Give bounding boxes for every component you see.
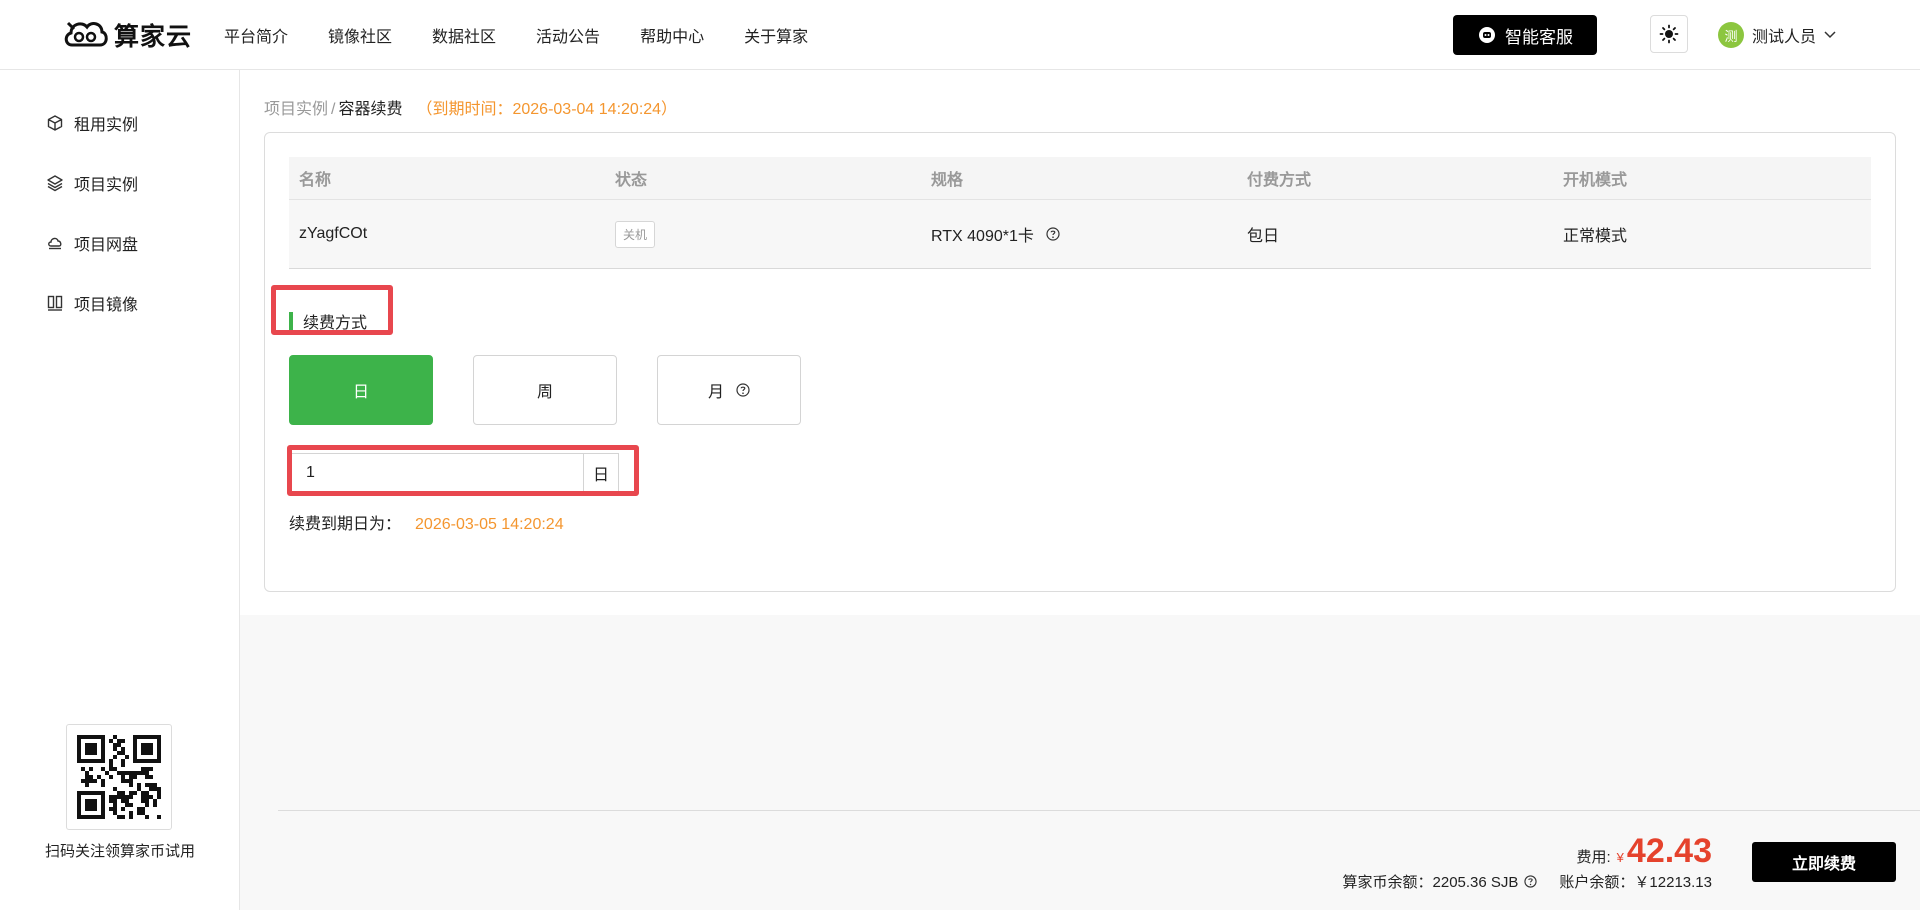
quantity-unit: 日 (583, 454, 618, 492)
sidebar: 租用实例 项目实例 项目网盘 项目镜像 扫码关注领算家币试用 (0, 70, 240, 910)
period-week-button[interactable]: 周 (473, 355, 617, 425)
renew-now-button[interactable]: 立即续费 (1752, 842, 1896, 882)
breadcrumb-current: 容器续费 (338, 101, 403, 118)
question-icon[interactable] (1046, 227, 1060, 241)
breadcrumb-expire-note: （到期时间：2026-03-04 14:20:24） (416, 101, 678, 118)
column-header-pay-method: 付费方式 (1247, 172, 1312, 189)
sidebar-item-project-instance[interactable]: 项目实例 (46, 171, 138, 195)
cube-icon (47, 115, 63, 131)
mirror-icon (47, 295, 63, 311)
column-header-status: 状态 (615, 172, 648, 189)
fee-amount: 42.43 (1626, 832, 1712, 870)
column-header-boot-mode: 开机模式 (1563, 172, 1628, 189)
renewal-card: 名称 状态 规格 付费方式 开机模式 zYagfCOt 关机 RTX 4090*… (264, 132, 1896, 592)
account-balance: 账户余额：￥12213.13 (1559, 874, 1712, 891)
question-icon[interactable] (1524, 875, 1538, 888)
top-header: 算家云 平台简介 镜像社区 数据社区 活动公告 帮助中心 关于算家 智能客服 测… (0, 0, 1920, 70)
spec-cell: RTX 4090*1卡 (931, 200, 1060, 268)
nav-platform-intro[interactable]: 平台简介 (224, 23, 288, 47)
breadcrumb-parent-link[interactable]: 项目实例 (264, 101, 328, 118)
sidebar-item-label: 租用实例 (74, 117, 139, 134)
fee-currency: ¥ (1616, 850, 1624, 865)
headset-icon (1479, 27, 1495, 43)
instance-pay-method: 包日 (1247, 228, 1280, 245)
column-header-spec: 规格 (931, 172, 964, 189)
renewal-expire-date: 2026-03-05 14:20:24 (415, 516, 564, 533)
period-day-button[interactable]: 日 (289, 355, 433, 425)
logo[interactable]: 算家云 (62, 13, 192, 57)
qr-caption: 扫码关注领算家币试用 (44, 843, 195, 860)
fee-summary: 费用: ¥ 42.43 (1577, 833, 1713, 869)
quantity-value[interactable]: 1 (290, 454, 583, 492)
table-header: 名称 状态 规格 付费方式 开机模式 (289, 157, 1871, 200)
section-title-renewal-method: 续费方式 (289, 311, 368, 332)
column-header-name: 名称 (299, 172, 332, 189)
question-icon[interactable] (736, 383, 750, 397)
breadcrumb: 项目实例 / 容器续费 （到期时间：2026-03-04 14:20:24） (264, 95, 677, 119)
status-badge: 关机 (615, 220, 656, 248)
smart-service-label: 智能客服 (1505, 27, 1573, 47)
cloud-drive-icon (48, 237, 62, 250)
sidebar-item-label: 项目网盘 (74, 237, 139, 254)
nav-data-community[interactable]: 数据社区 (432, 23, 496, 47)
user-name: 测试人员 (1752, 29, 1817, 46)
period-month-button[interactable]: 月 (657, 355, 801, 425)
nav-help-center[interactable]: 帮助中心 (640, 23, 704, 47)
qr-code-image (77, 735, 161, 819)
sidebar-item-rent-instance[interactable]: 租用实例 (46, 111, 138, 135)
sun-icon (1659, 24, 1679, 44)
layers-icon (47, 175, 63, 192)
qr-code (66, 724, 172, 830)
balance-summary: 算家币余额：2205.36 SJB 账户余额：￥12213.13 (1343, 871, 1712, 892)
table-row: zYagfCOt 关机 RTX 4090*1卡 包日 正常模式 (289, 200, 1871, 269)
breadcrumb-separator: / (331, 101, 336, 118)
nav-image-community[interactable]: 镜像社区 (328, 23, 392, 47)
sidebar-item-project-image[interactable]: 项目镜像 (46, 291, 138, 315)
renewal-expire-line: 续费到期日为： 2026-03-05 14:20:24 (289, 510, 564, 534)
sidebar-item-label: 项目实例 (74, 177, 139, 194)
period-month-label: 月 (707, 384, 724, 401)
smart-service-button[interactable]: 智能客服 (1453, 15, 1597, 55)
renewal-quantity-input[interactable]: 1 日 (289, 453, 619, 493)
instance-name: zYagfCOt (299, 225, 368, 242)
instance-spec: RTX 4090*1卡 (931, 228, 1034, 245)
theme-toggle-button[interactable] (1650, 15, 1688, 53)
user-menu[interactable]: 测 测试人员 (1718, 22, 1836, 48)
section-title-text: 续费方式 (303, 315, 368, 332)
logo-mark-icon (64, 21, 108, 47)
instance-boot-mode: 正常模式 (1563, 228, 1628, 245)
chevron-down-icon (1824, 31, 1836, 39)
coin-balance: 算家币余额：2205.36 SJB (1342, 874, 1519, 891)
avatar: 测 (1718, 22, 1744, 48)
fee-label: 费用: (1576, 849, 1611, 866)
sidebar-item-label: 项目镜像 (74, 297, 139, 314)
nav-announcements[interactable]: 活动公告 (536, 23, 600, 47)
bottom-divider (278, 810, 1920, 811)
section-accent-bar (289, 312, 293, 330)
sidebar-item-project-drive[interactable]: 项目网盘 (46, 231, 138, 255)
logo-text: 算家云 (114, 23, 193, 51)
top-nav: 平台简介 镜像社区 数据社区 活动公告 帮助中心 关于算家 (224, 0, 848, 70)
renewal-expire-label: 续费到期日为： (289, 516, 402, 533)
status-cell: 关机 (615, 200, 656, 268)
nav-about[interactable]: 关于算家 (744, 23, 808, 47)
